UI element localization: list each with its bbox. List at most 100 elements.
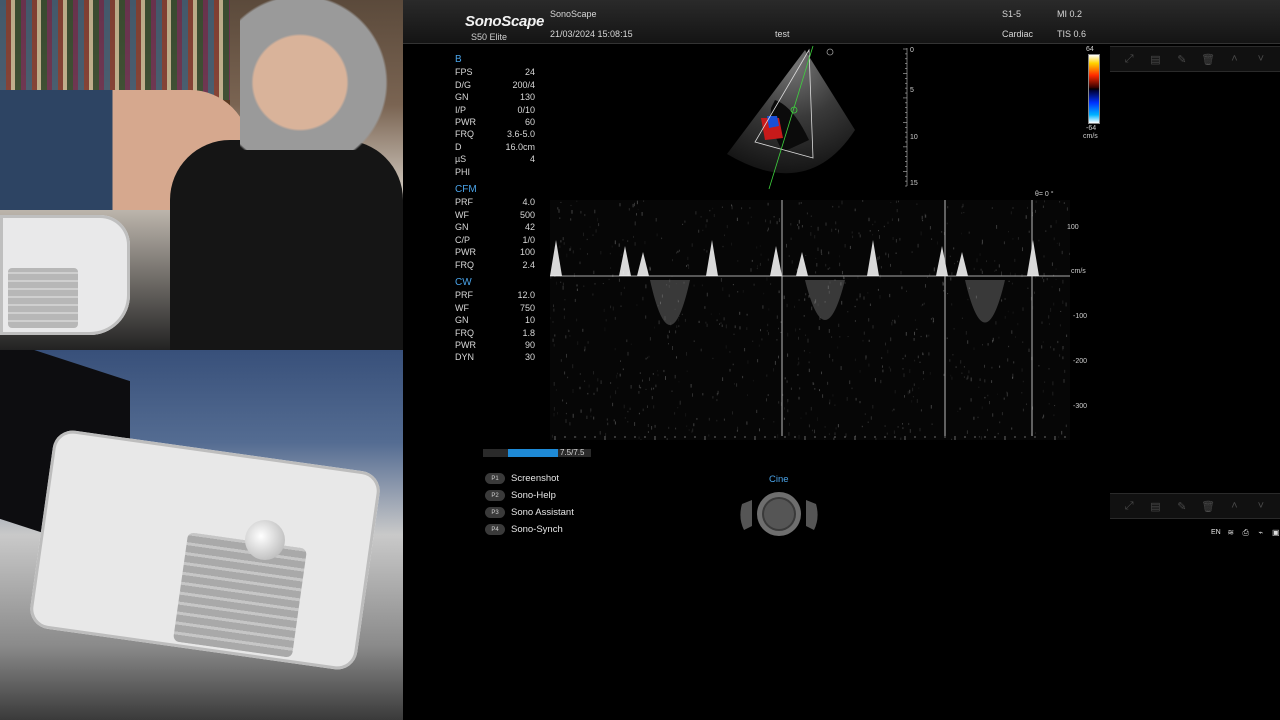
p3-key-icon: P3 xyxy=(485,507,505,518)
velocity-tick-label: -300 xyxy=(1073,403,1088,410)
param-value: 4.0 xyxy=(522,197,535,208)
velocity-tick-label: -100 xyxy=(1073,313,1088,320)
param-row: FRQ 3.6-5.0 xyxy=(455,128,535,140)
param-row: GN 42 xyxy=(455,221,535,233)
delete-icon[interactable]: 🗑 xyxy=(1201,499,1215,513)
param-value: 42 xyxy=(524,222,535,233)
param-value: 0/10 xyxy=(517,104,535,115)
expand-icon[interactable]: ⤢ xyxy=(1122,499,1136,513)
preset-label: Sono Assistant xyxy=(511,507,574,518)
app-name: SonoScape xyxy=(550,9,597,19)
param-key: FRQ xyxy=(455,129,474,140)
param-key: PRF xyxy=(455,290,473,301)
param-row: DYN 30 xyxy=(455,351,535,363)
trackball-icon[interactable] xyxy=(736,490,822,538)
param-value: 130 xyxy=(519,92,535,103)
param-value: 4 xyxy=(529,154,535,165)
operator-head xyxy=(240,0,390,150)
param-key: PRF xyxy=(455,197,473,208)
velocity-tick-label: -200 xyxy=(1073,358,1088,365)
color-bar-min: -64 xyxy=(1086,125,1097,132)
param-value: 10 xyxy=(524,315,535,326)
section-cw-title: CW xyxy=(455,276,472,288)
preset-label: Sono-Help xyxy=(511,490,556,501)
usb-icon[interactable]: ⌁ xyxy=(1256,528,1266,537)
param-row: µS 4 xyxy=(455,153,535,165)
delete-icon[interactable]: 🗑 xyxy=(1201,52,1215,66)
chevron-down-icon[interactable]: ˅ xyxy=(1254,499,1268,513)
velocity-tick-label: 100 xyxy=(1067,224,1079,231)
param-key: FRQ xyxy=(455,327,474,338)
param-row: PWR 60 xyxy=(455,116,535,128)
cine-frame-counter: 7.5/7.5 xyxy=(560,448,585,457)
cw-doppler-spectrum[interactable] xyxy=(550,200,1070,440)
console-keyboard xyxy=(8,268,78,328)
chevron-down-icon[interactable]: ˅ xyxy=(1254,52,1268,66)
preset-keys: P1 Screenshot P2 Sono-Help P3 Sono Assis… xyxy=(485,470,574,538)
param-value: 90 xyxy=(524,339,535,350)
b-mode-image[interactable] xyxy=(713,44,863,194)
preset-label: Sono-Synch xyxy=(511,524,563,535)
orientation-marker xyxy=(826,48,834,56)
save-icon[interactable]: ▤ xyxy=(1148,52,1162,66)
param-value: 2.4 xyxy=(522,259,535,270)
param-value: 100 xyxy=(519,247,535,258)
param-key: µS xyxy=(455,154,467,165)
operator-body xyxy=(170,140,403,350)
param-key: GN xyxy=(455,92,469,103)
status-tray: EN ≋ ⎙ ⌁ ▣ ◌ xyxy=(1211,528,1280,538)
param-value: 1.8 xyxy=(522,327,535,338)
color-bar-max: 64 xyxy=(1086,46,1094,53)
param-row: D/G 200/4 xyxy=(455,79,535,91)
brand-logo: SonoScape xyxy=(465,13,544,30)
model-name: S50 Elite xyxy=(471,32,508,42)
depth-scale-label: 15 xyxy=(910,180,918,187)
p4-key-icon: P4 xyxy=(485,524,505,535)
edit-icon[interactable]: ✎ xyxy=(1175,499,1189,513)
param-row: WF 500 xyxy=(455,209,535,221)
edit-icon[interactable]: ✎ xyxy=(1175,52,1189,66)
param-key: PHI xyxy=(455,166,471,177)
angle-label: θ= 0 ° xyxy=(1035,191,1054,198)
top-bar: SonoScape S50 Elite SonoScape 21/03/2024… xyxy=(403,0,1280,44)
p1-key-icon: P1 xyxy=(485,473,505,484)
depth-scale-label: 10 xyxy=(910,134,918,141)
language-indicator[interactable]: EN xyxy=(1211,529,1221,536)
network-icon[interactable]: ≋ xyxy=(1226,528,1236,537)
cine-progress-fill xyxy=(508,449,558,457)
param-value: 500 xyxy=(519,209,535,220)
chevron-up-icon[interactable]: ˄ xyxy=(1227,52,1241,66)
preset-sono-synch[interactable]: P4 Sono-Synch xyxy=(485,521,574,538)
probe-label: S1-5 xyxy=(1002,9,1022,19)
velocity-tick-label: cm/s xyxy=(1071,268,1086,275)
preset-sono-assistant[interactable]: P3 Sono Assistant xyxy=(485,504,574,521)
exam-type: Cardiac xyxy=(1002,29,1034,39)
chevron-up-icon[interactable]: ˄ xyxy=(1227,499,1241,513)
disk-icon[interactable]: ▣ xyxy=(1271,528,1280,537)
depth-scale-label: 0 xyxy=(910,47,914,54)
param-row: GN 10 xyxy=(455,314,535,326)
param-key: PWR xyxy=(455,117,476,128)
patient-name: test xyxy=(775,29,790,39)
camera-view-console xyxy=(0,350,403,720)
param-key: D/G xyxy=(455,79,472,90)
param-key: DYN xyxy=(455,352,475,363)
param-key: FRQ xyxy=(455,259,474,270)
param-value: 24 xyxy=(524,67,535,78)
param-key: PWR xyxy=(455,339,476,350)
param-value: 750 xyxy=(519,302,535,313)
expand-icon[interactable]: ⤢ xyxy=(1122,52,1136,66)
section-b-title: B xyxy=(455,54,462,65)
save-icon[interactable]: ▤ xyxy=(1148,499,1162,513)
trackball xyxy=(245,520,285,560)
printer-icon[interactable]: ⎙ xyxy=(1241,528,1251,537)
tool-panel-lower: ⤢ ▤ ✎ 🗑 ˄ ˅ xyxy=(1110,493,1280,519)
param-row: PWR 100 xyxy=(455,246,535,258)
preset-sono-help[interactable]: P2 Sono-Help xyxy=(485,487,574,504)
param-row: GN 130 xyxy=(455,91,535,103)
param-row: PHI xyxy=(455,166,535,178)
bookshelf xyxy=(0,0,230,100)
param-key: I/P xyxy=(455,104,467,115)
param-row: C/P 1/0 xyxy=(455,234,535,246)
preset-screenshot[interactable]: P1 Screenshot xyxy=(485,470,574,487)
